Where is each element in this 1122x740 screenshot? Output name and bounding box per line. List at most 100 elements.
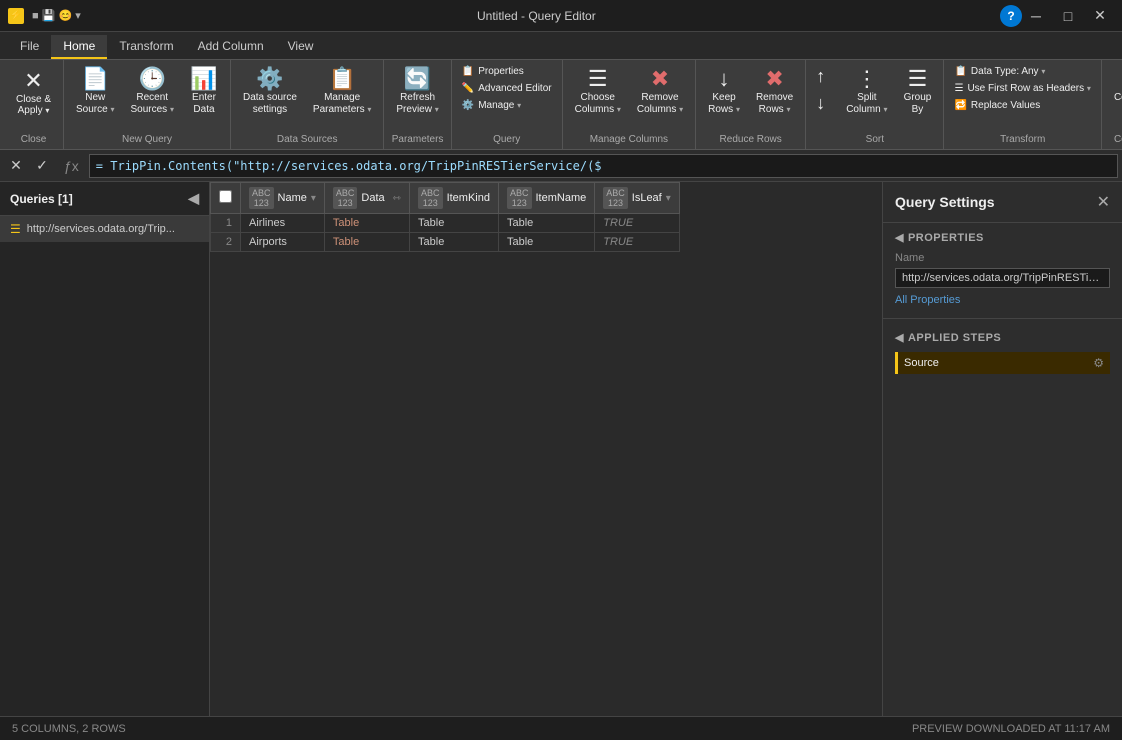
refresh-preview-button[interactable]: 🔄 RefreshPreview ▾ xyxy=(390,64,444,120)
cell-1-data: Table xyxy=(324,214,409,233)
advanced-editor-button[interactable]: ✏️ Advanced Editor xyxy=(458,81,556,96)
data-table: ABC123 Name ▾ ABC123 Data ⇿ xyxy=(210,182,680,252)
col-itemkind-label: ItemKind xyxy=(447,192,490,204)
ribbon-group-sort: ↑ ↓ ⋮ SplitColumn ▾ ☰ GroupBy Sort xyxy=(806,60,944,149)
data-type-button[interactable]: 📋 Data Type: Any ▾ xyxy=(950,64,1094,79)
col-sort-name[interactable]: ▾ xyxy=(311,193,316,204)
sort-desc-button[interactable]: ↓ xyxy=(812,91,836,116)
combine-button[interactable]: ⊞ Combine xyxy=(1108,64,1122,108)
all-properties-link[interactable]: All Properties xyxy=(895,294,1110,306)
maximize-button[interactable]: □ xyxy=(1054,2,1082,30)
choose-columns-icon: ☰ xyxy=(588,68,608,90)
ribbon-group-new-query-label: New Query xyxy=(122,132,172,145)
formula-cancel-button[interactable]: ✕ xyxy=(4,154,28,178)
col-expand-data[interactable]: ⇿ xyxy=(393,193,401,204)
remove-rows-label: RemoveRows ▾ xyxy=(756,92,793,116)
close-apply-icon: ✕ xyxy=(24,68,42,94)
qs-close-button[interactable]: ✕ xyxy=(1097,192,1110,212)
ribbon-group-close-label: Close xyxy=(21,132,47,145)
col-sort-isleaf[interactable]: ▾ xyxy=(666,193,671,204)
sort-asc-button[interactable]: ↑ xyxy=(812,64,836,89)
sidebar-item-query[interactable]: ☰ http://services.odata.org/Trip... xyxy=(0,216,209,242)
qs-name-value[interactable]: http://services.odata.org/TripPinRESTier… xyxy=(895,268,1110,288)
manage-icon: ⚙️ xyxy=(462,100,474,111)
row-num-1: 1 xyxy=(211,214,241,233)
query-settings-panel: Query Settings ✕ ◀ PROPERTIES Name http:… xyxy=(882,182,1122,716)
close-button[interactable]: ✕ xyxy=(1086,2,1114,30)
replace-values-icon: 🔁 xyxy=(954,100,966,111)
col-data-label: Data xyxy=(361,192,384,204)
close-apply-button[interactable]: ✕ Close & Apply ▾ xyxy=(10,64,57,120)
ribbon-group-reduce-rows-label: Reduce Rows xyxy=(720,132,782,145)
ribbon-items-close: ✕ Close & Apply ▾ xyxy=(10,64,57,132)
col-isleaf-label: IsLeaf xyxy=(632,192,662,204)
group-by-icon: ☰ xyxy=(908,68,928,90)
step-source[interactable]: Source ⚙ xyxy=(895,352,1110,374)
qs-applied-steps-label: APPLIED STEPS xyxy=(908,332,1001,344)
status-bar: 5 COLUMNS, 2 ROWS PREVIEW DOWNLOADED AT … xyxy=(0,716,1122,740)
keep-rows-button[interactable]: ↓ KeepRows ▾ xyxy=(702,64,746,120)
tab-view[interactable]: View xyxy=(276,35,326,59)
formula-input[interactable] xyxy=(89,154,1118,178)
remove-columns-button[interactable]: ✖ RemoveColumns ▾ xyxy=(631,64,689,120)
cell-1-isleaf: TRUE xyxy=(595,214,680,233)
ribbon-items-sort: ↑ ↓ ⋮ SplitColumn ▾ ☰ GroupBy xyxy=(812,64,937,132)
cell-2-data: Table xyxy=(324,233,409,252)
data-source-settings-label: Data sourcesettings xyxy=(243,92,297,116)
manage-label: Manage ▾ xyxy=(478,100,521,111)
tab-home[interactable]: Home xyxy=(51,35,107,59)
data-source-settings-button[interactable]: ⚙️ Data sourcesettings xyxy=(237,64,303,120)
properties-button[interactable]: 📋 Properties xyxy=(458,64,556,79)
minimize-button[interactable]: ─ xyxy=(1022,2,1050,30)
advanced-editor-label: Advanced Editor xyxy=(478,83,551,94)
formula-bar: ✕ ✓ ƒx xyxy=(0,150,1122,182)
use-first-row-label: Use First Row as Headers ▾ xyxy=(967,83,1091,94)
manage-parameters-icon: 📋 xyxy=(328,68,355,90)
col-type-itemkind: ABC123 xyxy=(418,187,443,209)
transform-col-items: 📋 Data Type: Any ▾ ☰ Use First Row as He… xyxy=(950,64,1094,113)
ribbon-items-reduce-rows: ↓ KeepRows ▾ ✖ RemoveRows ▾ xyxy=(702,64,799,132)
split-column-button[interactable]: ⋮ SplitColumn ▾ xyxy=(840,64,893,120)
use-first-row-button[interactable]: ☰ Use First Row as Headers ▾ xyxy=(950,81,1094,96)
remove-rows-button[interactable]: ✖ RemoveRows ▾ xyxy=(750,64,799,120)
help-button[interactable]: ? xyxy=(1000,5,1022,27)
row-select-header xyxy=(211,183,241,214)
step-gear-icon[interactable]: ⚙ xyxy=(1093,356,1104,370)
col-name-label: Name xyxy=(278,192,307,204)
cell-2-name: Airports xyxy=(241,233,325,252)
tab-add-column[interactable]: Add Column xyxy=(186,35,276,59)
select-all-checkbox[interactable] xyxy=(219,190,232,203)
replace-values-button[interactable]: 🔁 Replace Values xyxy=(950,98,1094,113)
status-left: 5 COLUMNS, 2 ROWS xyxy=(12,723,126,735)
recent-sources-icon: 🕒 xyxy=(139,68,166,90)
new-source-button[interactable]: 📄 NewSource ▾ xyxy=(70,64,120,120)
table-row: 1 Airlines Table Table Table TRUE xyxy=(211,214,680,233)
recent-sources-button[interactable]: 🕒 RecentSources ▾ xyxy=(125,64,180,120)
qs-properties-section: ◀ PROPERTIES Name http://services.odata.… xyxy=(883,223,1122,314)
ribbon-group-manage-columns: ☰ ChooseColumns ▾ ✖ RemoveColumns ▾ Mana… xyxy=(563,60,697,149)
col-type-data: ABC123 xyxy=(333,187,358,209)
tab-file[interactable]: File xyxy=(8,35,51,59)
ribbon-group-query-label: Query xyxy=(493,132,520,145)
sidebar-collapse-button[interactable]: ◀ xyxy=(188,190,199,207)
sort-col: ↑ ↓ xyxy=(812,64,836,116)
ribbon-group-sort-label: Sort xyxy=(866,132,884,145)
ribbon-group-data-sources: ⚙️ Data sourcesettings 📋 ManageParameter… xyxy=(231,60,384,149)
manage-button[interactable]: ⚙️ Manage ▾ xyxy=(458,98,556,113)
manage-parameters-button[interactable]: 📋 ManageParameters ▾ xyxy=(307,64,377,120)
col-type-isleaf: ABC123 xyxy=(603,187,628,209)
refresh-preview-label: RefreshPreview ▾ xyxy=(396,92,438,116)
quick-access: ■ 💾 😊 ▾ xyxy=(32,9,81,22)
close-apply-label2: Apply ▾ xyxy=(18,105,50,116)
enter-data-button[interactable]: 📊 EnterData xyxy=(184,64,224,120)
col-header-name: ABC123 Name ▾ xyxy=(241,183,325,214)
remove-columns-icon: ✖ xyxy=(651,68,669,90)
close-apply-label: Close & xyxy=(16,94,51,105)
refresh-preview-icon: 🔄 xyxy=(404,68,431,90)
choose-columns-button[interactable]: ☰ ChooseColumns ▾ xyxy=(569,64,627,120)
ribbon-items-parameters: 🔄 RefreshPreview ▾ xyxy=(390,64,444,132)
formula-accept-button[interactable]: ✓ xyxy=(30,154,54,178)
group-by-button[interactable]: ☰ GroupBy xyxy=(897,64,937,120)
row-num-2: 2 xyxy=(211,233,241,252)
tab-transform[interactable]: Transform xyxy=(107,35,185,59)
